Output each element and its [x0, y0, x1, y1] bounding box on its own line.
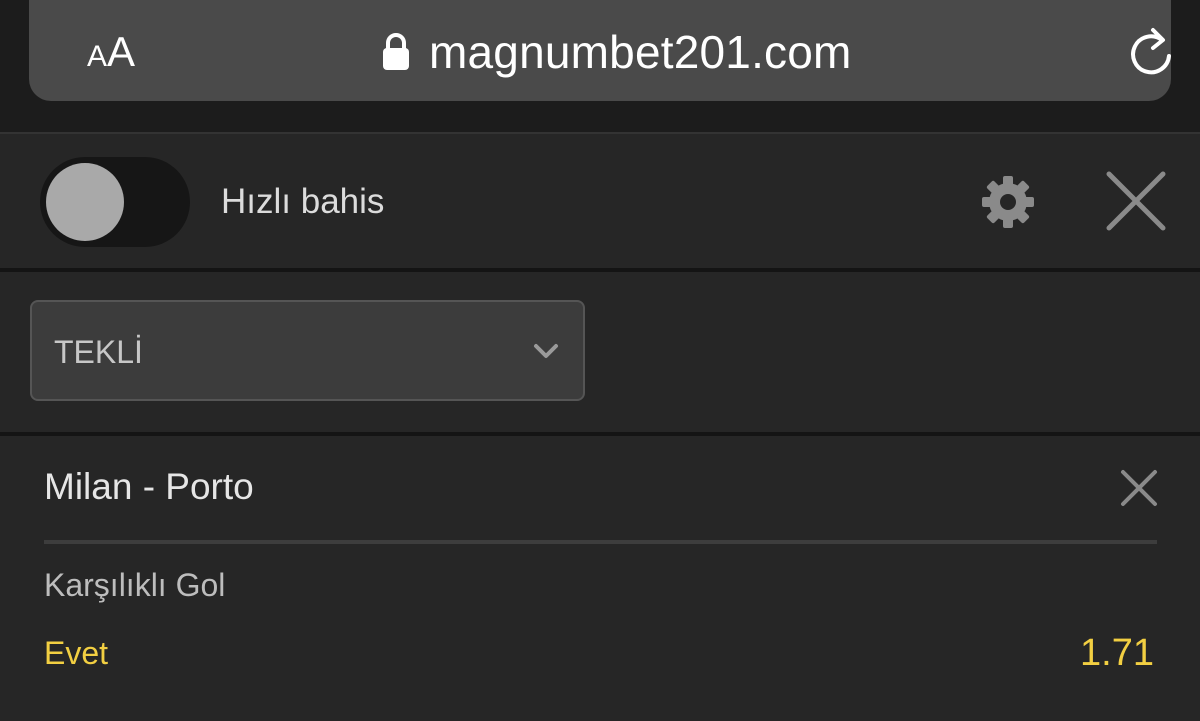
quick-bet-toggle[interactable]	[40, 157, 190, 247]
url-text: magnumbet201.com	[429, 26, 852, 78]
address-bar[interactable]: A A magnumbet201.com	[29, 0, 1171, 101]
text-size-small-letter: A	[87, 40, 108, 73]
bet-selection-card: Milan - Porto Karşılıklı Gol Evet 1.71	[0, 436, 1200, 721]
match-name: Milan - Porto	[44, 466, 254, 507]
browser-toolbar: A A magnumbet201.com	[0, 0, 1200, 132]
bet-type-select[interactable]: TEKLİ	[30, 300, 585, 401]
chevron-down-icon	[534, 344, 558, 358]
close-icon[interactable]	[1120, 469, 1158, 507]
card-divider	[44, 540, 1157, 544]
text-size-big-letter: A	[107, 28, 136, 75]
text-size-button[interactable]: A A	[87, 28, 135, 78]
reload-icon[interactable]	[1126, 26, 1176, 78]
lock-icon	[383, 33, 409, 70]
selection-name: Evet	[44, 635, 109, 671]
close-icon[interactable]	[1105, 170, 1167, 232]
betslip-header: Hızlı bahis	[0, 132, 1200, 268]
gear-icon[interactable]	[978, 172, 1038, 232]
odds-value[interactable]: 1.71	[1080, 632, 1154, 675]
bet-type-section: TEKLİ	[0, 272, 1200, 432]
market-name: Karşılıklı Gol	[44, 567, 226, 603]
toggle-knob	[46, 163, 124, 241]
bet-type-value: TEKLİ	[54, 334, 143, 370]
url-display[interactable]: magnumbet201.com	[381, 24, 852, 80]
quick-bet-label: Hızlı bahis	[221, 182, 385, 221]
